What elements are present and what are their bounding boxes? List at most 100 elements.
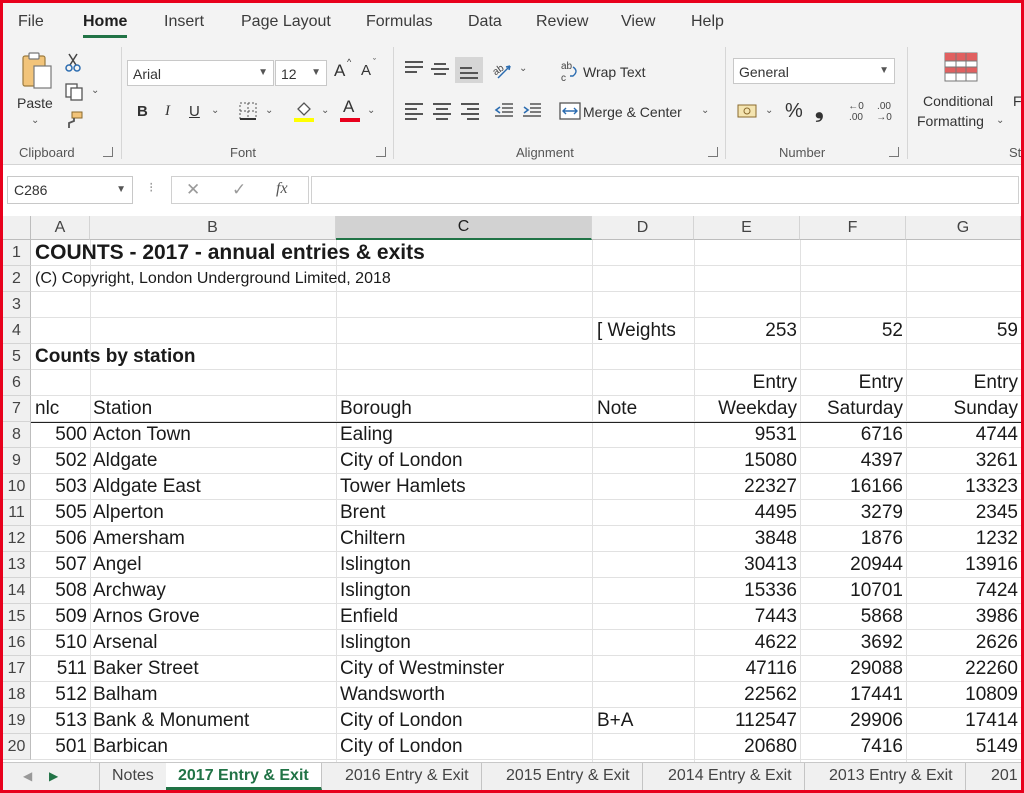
- cell-weekday[interactable]: 4495: [694, 500, 797, 526]
- cell-weekday[interactable]: 47116: [694, 656, 797, 682]
- cell-weekday[interactable]: 7443: [694, 604, 797, 630]
- cell-weekday[interactable]: 15080: [694, 448, 797, 474]
- orientation-dropdown-icon[interactable]: ⌄: [519, 63, 527, 74]
- cell-nlc[interactable]: 503: [31, 474, 87, 500]
- tab-data[interactable]: Data: [468, 13, 502, 31]
- name-box[interactable]: C286 ▼: [7, 176, 133, 204]
- cell-weekday[interactable]: 30413: [694, 552, 797, 578]
- header-station[interactable]: Station: [93, 396, 152, 422]
- conditional-formatting-icon[interactable]: [943, 51, 979, 83]
- sheet-tab-notes[interactable]: Notes: [99, 763, 167, 790]
- cell-nlc[interactable]: 510: [31, 630, 87, 656]
- column-header-d[interactable]: D: [592, 216, 694, 240]
- font-color-dropdown-icon[interactable]: ⌄: [367, 105, 375, 116]
- row-header[interactable]: 15: [3, 604, 31, 630]
- weight-weekday[interactable]: 253: [694, 318, 797, 344]
- row-header[interactable]: 20: [3, 734, 31, 760]
- weight-sunday[interactable]: 59: [906, 318, 1018, 344]
- cell-sunday[interactable]: 4744: [906, 422, 1018, 448]
- cell-borough[interactable]: City of London: [340, 448, 463, 474]
- cell-station[interactable]: Archway: [93, 578, 166, 604]
- cell-saturday[interactable]: 6716: [800, 422, 903, 448]
- orientation-icon[interactable]: ab: [491, 57, 515, 81]
- merge-center-icon[interactable]: [559, 101, 581, 121]
- cell-saturday[interactable]: 5868: [800, 604, 903, 630]
- cell-nlc[interactable]: 500: [31, 422, 87, 448]
- cell-station[interactable]: Acton Town: [93, 422, 191, 448]
- font-launcher-icon[interactable]: [376, 147, 386, 157]
- cell-weekday[interactable]: 9531: [694, 422, 797, 448]
- tab-view[interactable]: View: [621, 13, 655, 31]
- cell-station[interactable]: Angel: [93, 552, 142, 578]
- cell-weekday[interactable]: 20680: [694, 734, 797, 760]
- scroll-right-icon[interactable]: ▶: [49, 769, 58, 783]
- conditional-formatting-dropdown-icon[interactable]: ⌄: [996, 115, 1004, 126]
- cell-nlc[interactable]: 508: [31, 578, 87, 604]
- sheet-tab-2017[interactable]: 2017 Entry & Exit: [166, 763, 322, 790]
- comma-style-button[interactable]: ❟: [815, 97, 824, 123]
- insert-function-icon[interactable]: fx: [276, 180, 288, 198]
- cell-saturday[interactable]: 3279: [800, 500, 903, 526]
- column-header-c[interactable]: C: [336, 216, 592, 240]
- align-top-icon[interactable]: [405, 61, 423, 77]
- cell-nlc[interactable]: 512: [31, 682, 87, 708]
- cell-station[interactable]: Arsenal: [93, 630, 157, 656]
- cell-sunday[interactable]: 3986: [906, 604, 1018, 630]
- cell-sunday[interactable]: 2626: [906, 630, 1018, 656]
- increase-decimal-button[interactable]: ←0 .00: [843, 99, 869, 125]
- decrease-font-size-button[interactable]: A: [361, 62, 371, 79]
- cell-sunday[interactable]: 13323: [906, 474, 1018, 500]
- cell-nlc[interactable]: 501: [31, 734, 87, 760]
- weight-saturday[interactable]: 52: [800, 318, 903, 344]
- header-saturday[interactable]: Saturday: [800, 396, 903, 422]
- cell-saturday[interactable]: 16166: [800, 474, 903, 500]
- cell-borough[interactable]: Islington: [340, 578, 411, 604]
- row-header[interactable]: 14: [3, 578, 31, 604]
- enter-icon[interactable]: ✓: [232, 180, 246, 200]
- cell-sunday[interactable]: 7424: [906, 578, 1018, 604]
- cell-sunday[interactable]: 1232: [906, 526, 1018, 552]
- paste-dropdown-icon[interactable]: ⌄: [31, 115, 39, 126]
- cell-station[interactable]: Aldgate East: [93, 474, 201, 500]
- cell-saturday[interactable]: 20944: [800, 552, 903, 578]
- percent-style-button[interactable]: %: [785, 100, 803, 123]
- tab-review[interactable]: Review: [536, 13, 588, 31]
- number-format-select[interactable]: General ▼: [733, 58, 895, 84]
- tab-insert[interactable]: Insert: [164, 13, 204, 31]
- sheet-tab-2016[interactable]: 2016 Entry & Exit: [333, 763, 482, 790]
- wrap-text-icon[interactable]: ab c: [559, 59, 581, 83]
- header-note[interactable]: Note: [597, 396, 637, 422]
- cell-borough[interactable]: Islington: [340, 630, 411, 656]
- cell-saturday[interactable]: 10701: [800, 578, 903, 604]
- column-header-b[interactable]: B: [90, 216, 336, 240]
- row-header[interactable]: 16: [3, 630, 31, 656]
- bold-button[interactable]: B: [137, 103, 148, 120]
- cell-station[interactable]: Arnos Grove: [93, 604, 200, 630]
- borders-icon[interactable]: [238, 101, 258, 121]
- cell-borough[interactable]: City of London: [340, 708, 463, 734]
- header-nlc[interactable]: nlc: [35, 396, 59, 422]
- header-borough[interactable]: Borough: [340, 396, 412, 422]
- increase-indent-icon[interactable]: [521, 99, 543, 121]
- cell-sunday[interactable]: 22260: [906, 656, 1018, 682]
- align-right-icon[interactable]: [461, 103, 479, 120]
- fill-color-dropdown-icon[interactable]: ⌄: [321, 105, 329, 116]
- sheet-tab-2012-partial[interactable]: 201: [979, 763, 1024, 790]
- cell-note[interactable]: B+A: [597, 708, 633, 734]
- row-header[interactable]: 17: [3, 656, 31, 682]
- decrease-decimal-button[interactable]: .00 →0: [871, 99, 897, 125]
- header-sunday[interactable]: Sunday: [906, 396, 1018, 422]
- copyright-note[interactable]: (C) Copyright, London Underground Limite…: [35, 266, 391, 292]
- header-weekday[interactable]: Weekday: [694, 396, 797, 422]
- cell-sunday[interactable]: 3261: [906, 448, 1018, 474]
- tab-home[interactable]: Home: [83, 13, 128, 38]
- column-header-f[interactable]: F: [800, 216, 906, 240]
- paste-button[interactable]: Paste: [17, 95, 53, 111]
- cell-station[interactable]: Balham: [93, 682, 157, 708]
- formula-input[interactable]: [311, 176, 1019, 204]
- row-header[interactable]: 7: [3, 396, 31, 422]
- row-header[interactable]: 19: [3, 708, 31, 734]
- row-header[interactable]: 12: [3, 526, 31, 552]
- cell-borough[interactable]: Brent: [340, 500, 385, 526]
- font-name-select[interactable]: Arial ▼: [127, 60, 274, 86]
